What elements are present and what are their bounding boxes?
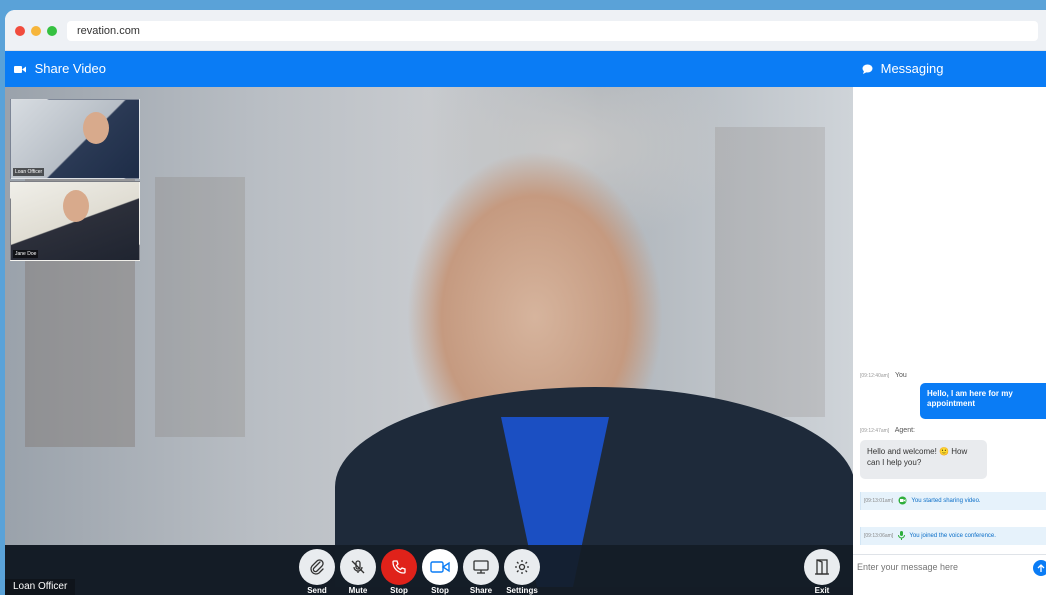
messaging-header-title: Messaging xyxy=(880,61,944,76)
control-label: Settings xyxy=(506,586,538,595)
background-shelf xyxy=(155,177,245,437)
gear-icon xyxy=(504,549,540,585)
message-timestamp: [09:12:40am] xyxy=(860,373,890,379)
arrow-up-icon xyxy=(1037,563,1045,572)
monitor-icon xyxy=(463,549,499,585)
participant-face xyxy=(63,190,89,222)
thumbnail-label: Jane Doe xyxy=(13,250,39,258)
messaging-panel: Messaging [09:12:40am] You Hello, I am h… xyxy=(853,51,1046,595)
control-label: Stop xyxy=(431,586,449,595)
message-sender: You xyxy=(895,372,907,379)
mute-button[interactable]: Mute xyxy=(338,549,378,595)
door-exit-icon xyxy=(804,549,840,585)
control-label: Mute xyxy=(348,586,368,595)
microphone-off-icon xyxy=(340,549,376,585)
participant-thumbnail[interactable]: Loan Officer xyxy=(10,99,140,179)
system-notice: [09:13:01am] You started sharing video. xyxy=(860,492,1046,510)
send-file-button[interactable]: Send xyxy=(297,549,337,595)
message-input-row xyxy=(853,554,1046,595)
background-shelf xyxy=(715,127,825,417)
microphone-icon xyxy=(897,530,905,540)
chat-bubble-icon xyxy=(862,52,873,88)
notice-timestamp: [09:13:01am] xyxy=(864,498,894,504)
stop-video-button[interactable]: Stop xyxy=(420,549,460,595)
address-bar[interactable]: revation.com xyxy=(67,21,1038,41)
notice-text: You started sharing video. xyxy=(911,498,981,504)
control-label: Send xyxy=(307,586,327,595)
video-camera-icon xyxy=(422,549,458,585)
control-label: Stop xyxy=(390,586,408,595)
video-header: Share Video xyxy=(5,51,853,87)
participant-face xyxy=(83,112,109,144)
hang-up-button[interactable]: Stop xyxy=(379,549,419,595)
control-label: Exit xyxy=(814,586,830,595)
browser-chrome: revation.com xyxy=(5,10,1046,51)
settings-button[interactable]: Settings xyxy=(502,549,542,595)
share-screen-button[interactable]: Share xyxy=(461,549,501,595)
message-timestamp: [09:12:47am] xyxy=(860,428,890,434)
browser-window: revation.com Share Video Loan Officer Ja… xyxy=(5,10,1046,595)
message-sender: Agent: xyxy=(894,427,915,434)
messaging-header: Messaging xyxy=(853,51,1046,87)
phone-hangup-icon xyxy=(381,549,417,585)
message-bubble-agent: Hello and welcome! 🙂 How can I help you? xyxy=(860,440,987,479)
close-window-dot[interactable] xyxy=(15,26,25,36)
message-bubble-you: Hello, I am here for my appointment xyxy=(920,383,1046,419)
message-input[interactable] xyxy=(857,559,1017,575)
system-notice: [09:13:06am] You joined the voice confer… xyxy=(860,527,1046,545)
paperclip-icon xyxy=(299,549,335,585)
video-share-icon xyxy=(898,496,907,505)
notice-timestamp: [09:13:06am] xyxy=(864,533,894,539)
message-meta: [09:12:47am] Agent: xyxy=(860,427,915,434)
video-header-title: Share Video xyxy=(34,61,106,76)
send-message-button[interactable] xyxy=(1033,560,1046,576)
call-control-bar: Send Mute Stop Stop Share Settings Exit xyxy=(5,545,853,595)
notice-text: You joined the voice conference. xyxy=(909,533,996,539)
thumbnail-label: Loan Officer xyxy=(13,168,45,176)
video-camera-icon xyxy=(14,65,26,74)
control-label: Share xyxy=(469,586,493,595)
participant-thumbnail[interactable]: Jane Doe xyxy=(10,181,140,261)
exit-button[interactable]: Exit xyxy=(802,549,842,595)
minimize-window-dot[interactable] xyxy=(31,26,41,36)
message-meta: [09:12:40am] You xyxy=(860,372,907,379)
maximize-window-dot[interactable] xyxy=(47,26,57,36)
video-panel: Share Video Loan Officer Jane Doe Send M… xyxy=(5,51,853,595)
main-participant-label: Loan Officer xyxy=(5,579,76,595)
